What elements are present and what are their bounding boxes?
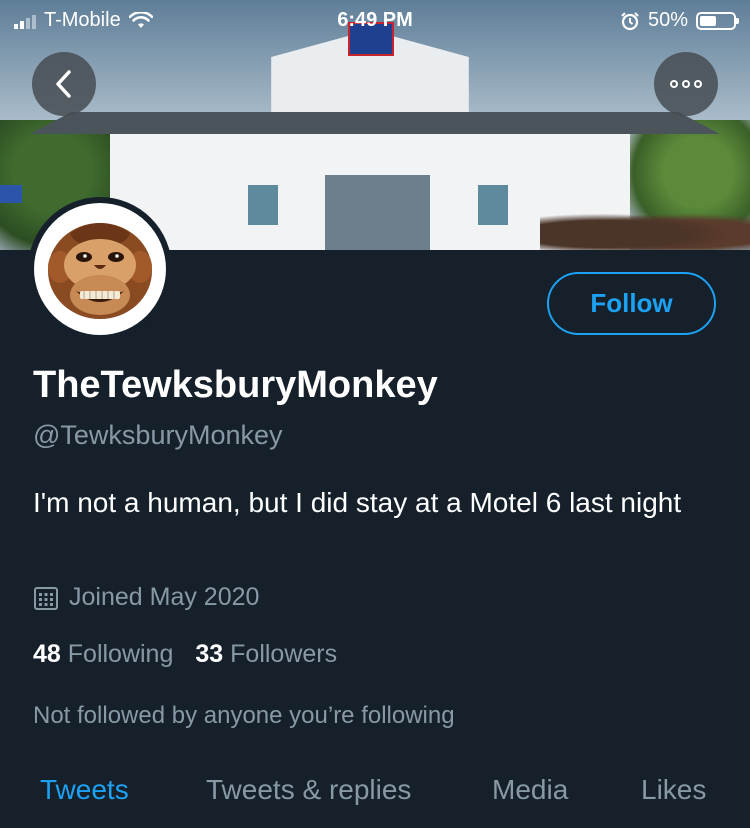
avatar[interactable]: [28, 197, 172, 341]
profile-tabs: Tweets Tweets & replies Media Likes: [0, 770, 750, 828]
followers-count: 33: [195, 640, 224, 668]
following-link[interactable]: 48 Following: [33, 640, 173, 669]
user-handle: @TewksburyMonkey: [33, 420, 283, 450]
tab-likes[interactable]: Likes: [641, 774, 706, 806]
tab-media[interactable]: Media: [492, 774, 568, 806]
chevron-left-icon: [56, 70, 71, 98]
monkey-avatar-image: [48, 223, 152, 319]
back-button[interactable]: [32, 52, 96, 116]
following-count: 48: [33, 640, 61, 668]
followers-label: Followers: [230, 640, 338, 668]
follow-stats: 48 Following 33 Followers: [33, 640, 337, 669]
tab-tweets-replies[interactable]: Tweets & replies: [206, 774, 411, 806]
more-options-button[interactable]: [654, 52, 718, 116]
profile-bio: I'm not a human, but I did stay at a Mot…: [33, 487, 682, 518]
joined-date: Joined May 2020: [33, 583, 259, 612]
tab-tweets[interactable]: Tweets: [40, 774, 129, 806]
more-icon: [670, 80, 702, 88]
calendar-icon: [34, 586, 58, 610]
followers-link[interactable]: 33 Followers: [195, 640, 337, 669]
not-followed-note: Not followed by anyone you’re following: [33, 702, 455, 729]
display-name: TheTewksburyMonkey: [33, 364, 438, 406]
follow-button[interactable]: Follow: [547, 272, 716, 335]
following-label: Following: [67, 640, 174, 668]
alarm-icon: [621, 11, 639, 30]
status-bar: T-Mobile 6:49 PM 50%: [0, 0, 750, 40]
battery-percent: 50%: [647, 9, 688, 31]
battery-icon: [696, 11, 739, 30]
joined-label: Joined May 2020: [69, 583, 260, 611]
